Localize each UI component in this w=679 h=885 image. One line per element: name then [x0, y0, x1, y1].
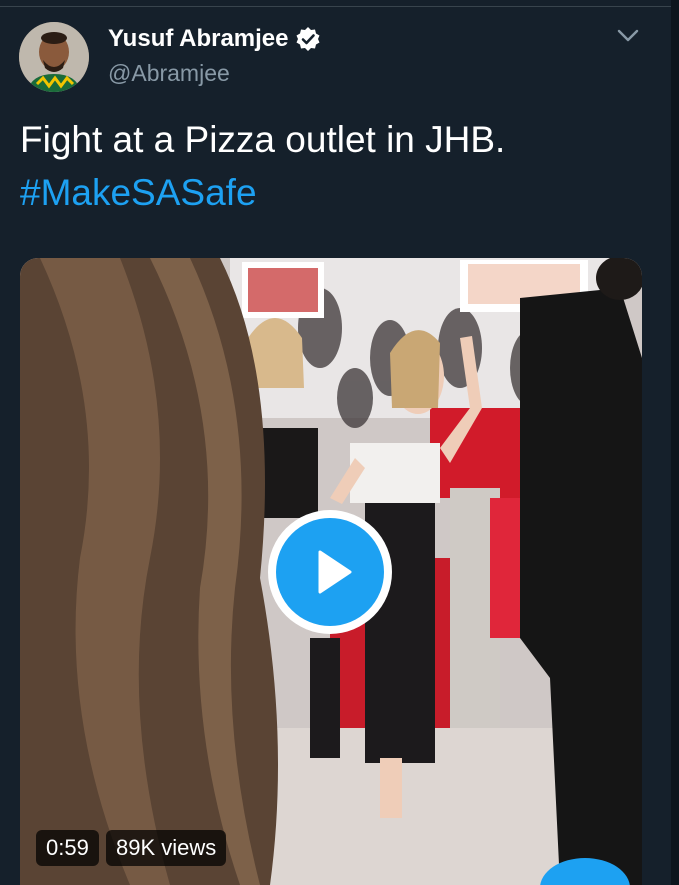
avatar[interactable] — [19, 22, 89, 92]
tweet-body: Fight at a Pizza outlet in JHB. — [20, 119, 506, 160]
chevron-down-icon[interactable] — [615, 26, 641, 46]
play-icon — [318, 550, 352, 594]
video-duration-badge: 0:59 — [36, 830, 99, 866]
author-name[interactable]: Yusuf Abramjee — [108, 25, 289, 53]
author-name-row[interactable]: Yusuf Abramjee — [108, 25, 321, 53]
scrollbar-track — [671, 0, 679, 885]
tweet-text: Fight at a Pizza outlet in JHB. #MakeSAS… — [20, 113, 505, 219]
play-button[interactable] — [268, 510, 392, 634]
verified-badge-icon — [295, 26, 321, 52]
video-views-badge: 89K views — [106, 830, 227, 866]
top-divider — [0, 6, 679, 7]
video-player[interactable]: 0:59 89K views — [20, 258, 642, 885]
hashtag-link[interactable]: #MakeSASafe — [20, 166, 505, 219]
author-handle[interactable]: @Abramjee — [108, 60, 230, 87]
